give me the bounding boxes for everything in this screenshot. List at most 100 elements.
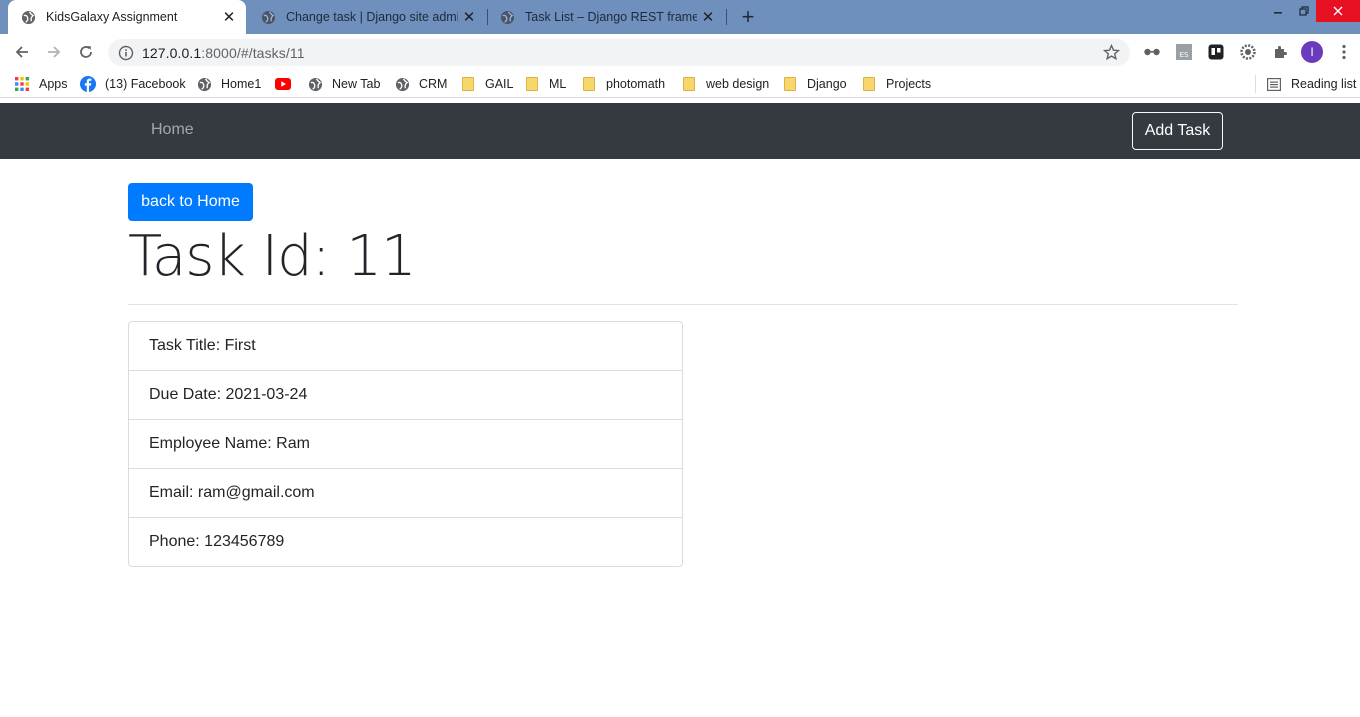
youtube-icon xyxy=(275,76,291,92)
task-id-label: Task Id: xyxy=(128,224,331,289)
globe-icon xyxy=(499,9,515,25)
url-path: :8000/#/tasks/11 xyxy=(201,44,305,61)
bookmark-crm[interactable]: CRM xyxy=(394,75,447,93)
page-title: Task Id: 11 xyxy=(128,224,417,289)
bookmark-home1[interactable]: Home1 xyxy=(196,75,261,93)
folder-icon xyxy=(581,76,597,92)
globe-icon xyxy=(307,76,323,92)
apps-grid-icon xyxy=(14,76,30,92)
bookmark-folder-gail[interactable]: GAIL xyxy=(460,75,514,93)
detail-label: Email: xyxy=(149,484,194,501)
tab-title: KidsGalaxy Assignment xyxy=(46,10,178,24)
detail-value: Ram xyxy=(276,435,310,452)
forward-arrow-icon[interactable] xyxy=(42,40,66,64)
bookmark-label: CRM xyxy=(419,77,448,91)
bookmark-facebook[interactable]: (13) Facebook xyxy=(80,75,186,93)
new-tab-plus-icon[interactable]: + xyxy=(736,4,760,29)
url-text: 127.0.0.1:8000/#/tasks/11 xyxy=(142,45,305,61)
url-host: 127.0.0.1 xyxy=(142,44,202,61)
nav-home-link[interactable]: Home xyxy=(151,121,194,139)
bookmark-new-tab[interactable]: New Tab xyxy=(307,75,380,93)
globe-icon xyxy=(394,76,410,92)
close-tab-icon[interactable]: ✕ xyxy=(218,6,240,28)
folder-icon xyxy=(681,76,697,92)
detail-label: Task Title: xyxy=(149,337,221,354)
globe-icon xyxy=(196,76,212,92)
bookmark-star-icon[interactable] xyxy=(1102,43,1121,61)
reading-list[interactable]: Reading list xyxy=(1266,75,1356,93)
reload-icon[interactable] xyxy=(74,40,98,64)
detail-value: ram@gmail.com xyxy=(197,484,315,501)
glasses-extension-icon[interactable] xyxy=(1142,42,1162,62)
detail-value: 123456789 xyxy=(204,533,285,550)
reading-list-icon xyxy=(1266,76,1282,92)
bookmark-label: Django xyxy=(807,77,847,91)
detail-label: Phone: xyxy=(149,533,200,550)
bookmark-folder-ml[interactable]: ML xyxy=(524,75,566,93)
back-to-home-button[interactable]: back to Home xyxy=(128,183,253,221)
tab-django-admin[interactable]: Change task | Django site admin ✕ xyxy=(248,0,486,34)
close-tab-icon[interactable]: ✕ xyxy=(458,6,480,28)
puzzle-extensions-icon[interactable] xyxy=(1270,42,1290,62)
folder-icon xyxy=(782,76,798,92)
site-info-icon[interactable] xyxy=(118,45,134,61)
bookmark-label: web design xyxy=(706,77,770,91)
detail-label: Due Date: xyxy=(149,386,222,403)
task-id-value: 11 xyxy=(346,224,416,289)
bookmark-label: photomath xyxy=(606,77,666,91)
list-item-employee-name: Employee Name: Ram xyxy=(129,420,682,469)
profile-avatar[interactable]: I xyxy=(1301,41,1323,63)
back-arrow-icon[interactable] xyxy=(10,40,34,64)
bookmark-folder-django[interactable]: Django xyxy=(782,75,847,93)
menu-kebab-icon[interactable] xyxy=(1334,42,1354,62)
browser-toolbar: 127.0.0.1:8000/#/tasks/11 ES xyxy=(0,34,1360,70)
reading-list-label: Reading list xyxy=(1291,77,1357,91)
folder-icon xyxy=(524,76,540,92)
tab-separator xyxy=(726,9,727,25)
bookmark-folder-web-design[interactable]: web design xyxy=(681,75,769,93)
es-extension-icon[interactable]: ES xyxy=(1174,42,1194,62)
restore-icon[interactable] xyxy=(1294,0,1314,22)
task-details-list: Task Title: First Due Date: 2021-03-24 E… xyxy=(128,321,683,567)
bookmark-label: (13) Facebook xyxy=(105,77,186,91)
globe-icon xyxy=(260,9,276,25)
bookmark-apps[interactable]: Apps xyxy=(14,75,68,93)
bookmark-label: GAIL xyxy=(485,77,514,91)
bookmark-label: Projects xyxy=(886,77,932,91)
detail-value: First xyxy=(224,337,256,354)
detail-value: 2021-03-24 xyxy=(225,386,308,403)
minimize-icon[interactable] xyxy=(1268,0,1288,22)
tab-title: Change task | Django site admin xyxy=(286,10,458,24)
detail-label: Employee Name: xyxy=(149,435,272,452)
window-close-icon[interactable] xyxy=(1316,0,1360,22)
bookmark-label: ML xyxy=(549,77,567,91)
browser-tab-strip: KidsGalaxy Assignment ✕ Change task | Dj… xyxy=(0,0,1360,34)
list-item-phone: Phone: 123456789 xyxy=(129,518,682,566)
trello-extension-icon[interactable] xyxy=(1206,42,1226,62)
facebook-icon xyxy=(80,76,96,92)
bookmark-folder-projects[interactable]: Projects xyxy=(861,75,931,93)
bookmarks-divider xyxy=(1255,75,1256,93)
tab-kidsgalaxy[interactable]: KidsGalaxy Assignment ✕ xyxy=(8,0,246,34)
bookmark-label: New Tab xyxy=(332,77,381,91)
bookmark-label: Home1 xyxy=(221,77,262,91)
close-tab-icon[interactable]: ✕ xyxy=(697,6,719,28)
svg-text:ES: ES xyxy=(1180,51,1189,59)
tab-title: Task List – Django REST framewo xyxy=(525,10,697,24)
bookmark-youtube[interactable] xyxy=(275,75,300,93)
app-navbar: Home Add Task xyxy=(0,103,1360,159)
folder-icon xyxy=(861,76,877,92)
list-item-email: Email: ram@gmail.com xyxy=(129,469,682,518)
add-task-button[interactable]: Add Task xyxy=(1132,112,1223,150)
bookmarks-bar: Apps (13) Facebook Home1 New Tab CRM GAI… xyxy=(0,70,1360,98)
bookmark-label: Apps xyxy=(39,77,68,91)
address-bar[interactable]: 127.0.0.1:8000/#/tasks/11 xyxy=(108,39,1130,66)
globe-icon xyxy=(20,9,36,25)
list-item-task-title: Task Title: First xyxy=(129,322,682,371)
folder-icon xyxy=(460,76,476,92)
divider xyxy=(128,304,1238,305)
gear-extension-icon[interactable] xyxy=(1238,42,1258,62)
list-item-due-date: Due Date: 2021-03-24 xyxy=(129,371,682,420)
tab-task-list-drf[interactable]: Task List – Django REST framewo ✕ xyxy=(487,0,725,34)
bookmark-folder-photomath[interactable]: photomath xyxy=(581,75,665,93)
